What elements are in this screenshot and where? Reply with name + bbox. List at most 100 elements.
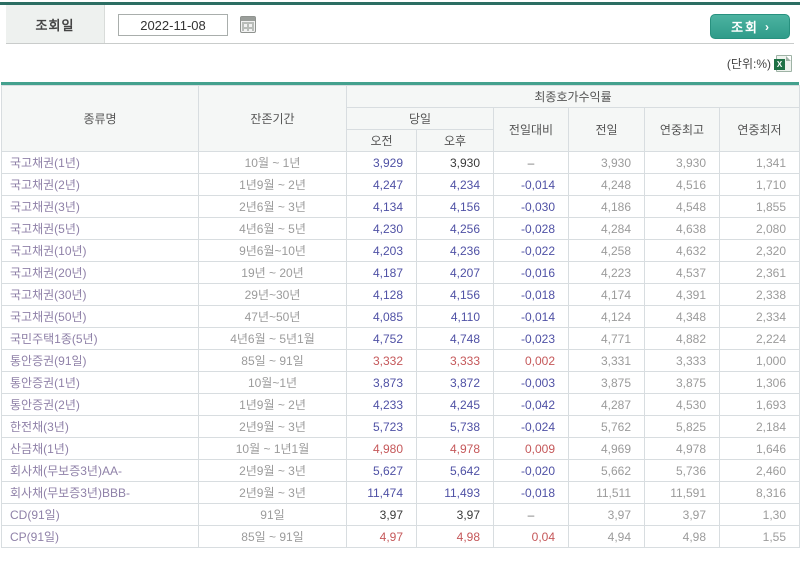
year-high-cell: 3,875 bbox=[644, 371, 720, 394]
pm-yield-cell: 4,98 bbox=[416, 525, 494, 548]
table-row: 국고채권(2년) 1년9월 ~ 2년 4,247 4,234 -0,014 4,248 4,… bbox=[1, 173, 800, 196]
period-cell: 2년6월 ~ 3년 bbox=[198, 195, 347, 218]
year-high-cell: 3,97 bbox=[644, 503, 720, 526]
period-cell: 85일 ~ 91일 bbox=[198, 525, 347, 548]
pm-yield-cell: 4,236 bbox=[416, 239, 494, 262]
header-change-vs-prev: 전일대비 bbox=[493, 107, 569, 152]
pm-yield-cell: 3,333 bbox=[416, 349, 494, 372]
year-low-cell: 1,710 bbox=[719, 173, 800, 196]
year-low-cell: 1,30 bbox=[719, 503, 800, 526]
yield-table-header: 종류명 잔존기간 최종호가수익률 당일 전일대비 전일 연중최고 연중최저 오전… bbox=[1, 85, 800, 152]
year-low-cell: 1,646 bbox=[719, 437, 800, 460]
unit-note-row: (단위:%) bbox=[0, 44, 800, 82]
prev-day-cell: 4,223 bbox=[568, 261, 645, 284]
year-low-cell: 2,338 bbox=[719, 283, 800, 306]
calendar-icon[interactable] bbox=[240, 16, 256, 33]
change-cell: 0,04 bbox=[493, 525, 569, 548]
year-high-cell: 4,548 bbox=[644, 195, 720, 218]
header-prev-day: 전일 bbox=[568, 107, 645, 152]
year-low-cell: 2,460 bbox=[719, 459, 800, 482]
bond-name-cell: 통안증권(1년) bbox=[1, 371, 199, 394]
header-year-high: 연중최고 bbox=[644, 107, 720, 152]
table-row: 국고채권(5년) 4년6월 ~ 5년 4,230 4,256 -0,028 4,284 4,… bbox=[1, 217, 800, 240]
change-cell: – bbox=[493, 151, 569, 174]
bond-name-cell: 산금채(1년) bbox=[1, 437, 199, 460]
bond-name-cell: 회사채(무보증3년)AA- bbox=[1, 459, 199, 482]
year-high-cell: 11,591 bbox=[644, 481, 720, 504]
am-yield-cell: 4,128 bbox=[346, 283, 417, 306]
year-high-cell: 4,882 bbox=[644, 327, 720, 350]
year-high-cell: 3,930 bbox=[644, 151, 720, 174]
bond-name-cell: 국고채권(3년) bbox=[1, 195, 199, 218]
pm-yield-cell: 3,872 bbox=[416, 371, 494, 394]
change-cell: -0,018 bbox=[493, 481, 569, 504]
prev-day-cell: 4,284 bbox=[568, 217, 645, 240]
am-yield-cell: 5,723 bbox=[346, 415, 417, 438]
date-input[interactable] bbox=[118, 14, 228, 36]
period-cell: 1년9월 ~ 2년 bbox=[198, 173, 347, 196]
am-yield-cell: 3,873 bbox=[346, 371, 417, 394]
header-remaining-period: 잔존기간 bbox=[198, 85, 347, 152]
header-pm: 오후 bbox=[416, 129, 494, 152]
search-condition-bar: 조회일 조회 › bbox=[6, 5, 794, 44]
period-cell: 10월 ~ 1년 bbox=[198, 151, 347, 174]
year-low-cell: 2,080 bbox=[719, 217, 800, 240]
table-body: 국고채권(1년) 10월 ~ 1년 3,929 3,930–3,930 3,930 1,3… bbox=[1, 151, 800, 548]
table-row: 국민주택1종(5년) 4년6월 ~ 5년1월 4,752 4,748 -0,023 4,7… bbox=[1, 327, 800, 350]
header-am: 오전 bbox=[346, 129, 417, 152]
pm-yield-cell: 4,156 bbox=[416, 195, 494, 218]
bond-name-cell: 국고채권(20년) bbox=[1, 261, 199, 284]
period-cell: 85일 ~ 91일 bbox=[198, 349, 347, 372]
excel-export-icon[interactable] bbox=[774, 54, 792, 72]
table-row: 통안증권(1년) 10월~1년 3,873 3,872 -0,003 3,875 3,875… bbox=[1, 371, 800, 394]
change-cell: -0,042 bbox=[493, 393, 569, 416]
year-high-cell: 4,978 bbox=[644, 437, 720, 460]
period-cell: 47년~50년 bbox=[198, 305, 347, 328]
year-low-cell: 2,224 bbox=[719, 327, 800, 350]
change-cell: -0,016 bbox=[493, 261, 569, 284]
pm-yield-cell: 3,97 bbox=[416, 503, 494, 526]
chevron-right-icon: › bbox=[765, 19, 769, 34]
bond-name-cell: 국고채권(1년) bbox=[1, 151, 199, 174]
bond-name-cell: 한전채(3년) bbox=[1, 415, 199, 438]
pm-yield-cell: 5,738 bbox=[416, 415, 494, 438]
pm-yield-cell: 4,207 bbox=[416, 261, 494, 284]
am-yield-cell: 11,474 bbox=[346, 481, 417, 504]
table-row: 회사채(무보증3년)AA- 2년9월 ~ 3년 5,627 5,642 -0,020 5,… bbox=[1, 459, 800, 482]
search-button[interactable]: 조회 › bbox=[710, 14, 790, 39]
period-cell: 2년9월 ~ 3년 bbox=[198, 415, 347, 438]
bond-name-cell: 국고채권(10년) bbox=[1, 239, 199, 262]
pm-yield-cell: 4,978 bbox=[416, 437, 494, 460]
year-high-cell: 4,348 bbox=[644, 305, 720, 328]
prev-day-cell: 4,124 bbox=[568, 305, 645, 328]
table-row: 국고채권(20년) 19년 ~ 20년 4,187 4,207 -0,016 4,223 4… bbox=[1, 261, 800, 284]
table-row: 국고채권(3년) 2년6월 ~ 3년 4,134 4,156 -0,030 4,186 4,… bbox=[1, 195, 800, 218]
period-cell: 10월 ~ 1년1월 bbox=[198, 437, 347, 460]
period-cell: 1년9월 ~ 2년 bbox=[198, 393, 347, 416]
am-yield-cell: 4,203 bbox=[346, 239, 417, 262]
bond-name-cell: 국고채권(5년) bbox=[1, 217, 199, 240]
change-cell: -0,024 bbox=[493, 415, 569, 438]
am-yield-cell: 4,752 bbox=[346, 327, 417, 350]
pm-yield-cell: 4,256 bbox=[416, 217, 494, 240]
header-year-low: 연중최저 bbox=[719, 107, 800, 152]
am-yield-cell: 5,627 bbox=[346, 459, 417, 482]
year-low-cell: 1,000 bbox=[719, 349, 800, 372]
year-high-cell: 4,530 bbox=[644, 393, 720, 416]
year-high-cell: 4,537 bbox=[644, 261, 720, 284]
year-low-cell: 2,320 bbox=[719, 239, 800, 262]
year-low-cell: 1,306 bbox=[719, 371, 800, 394]
year-high-cell: 4,98 bbox=[644, 525, 720, 548]
change-cell: -0,022 bbox=[493, 239, 569, 262]
table-row: CD(91일) 91일 3,97 3,97–3,97 3,97 1,30 bbox=[1, 503, 800, 526]
prev-day-cell: 11,511 bbox=[568, 481, 645, 504]
change-cell: -0,023 bbox=[493, 327, 569, 350]
period-cell: 2년9월 ~ 3년 bbox=[198, 481, 347, 504]
year-high-cell: 4,632 bbox=[644, 239, 720, 262]
year-low-cell: 8,316 bbox=[719, 481, 800, 504]
period-cell: 10월~1년 bbox=[198, 371, 347, 394]
period-cell: 4년6월 ~ 5년1월 bbox=[198, 327, 347, 350]
table-row: 통안증권(91일) 85일 ~ 91일 3,332 3,333 0,002 3,331 3,… bbox=[1, 349, 800, 372]
year-high-cell: 5,736 bbox=[644, 459, 720, 482]
date-label-cell: 조회일 bbox=[6, 5, 105, 43]
